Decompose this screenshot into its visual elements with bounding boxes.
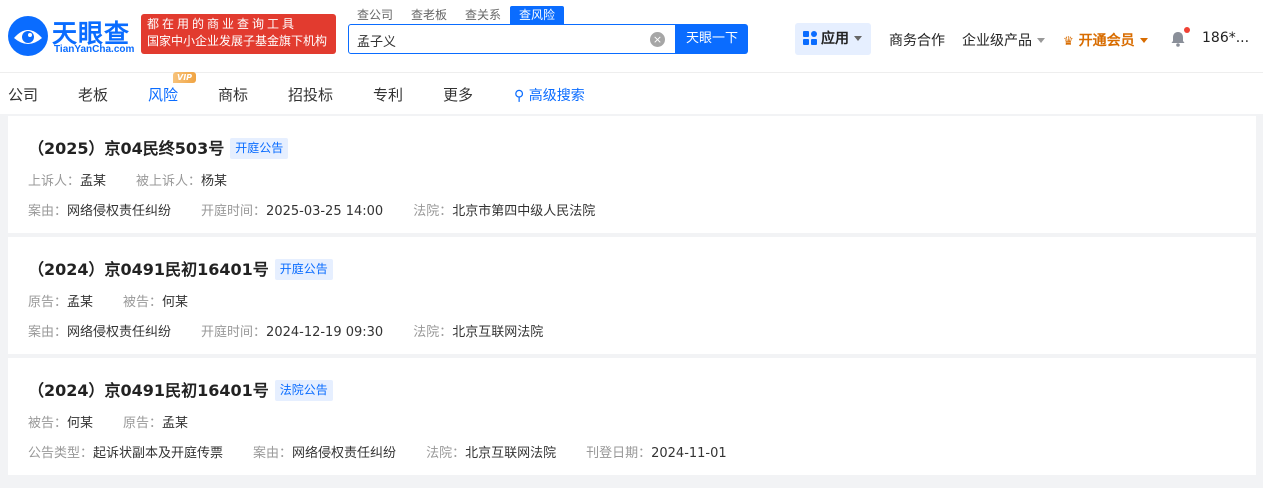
- apps-button[interactable]: 应用: [795, 23, 871, 55]
- chevron-down-icon: [1139, 38, 1148, 43]
- party-value: 何某: [67, 416, 94, 431]
- parties-row: 被告：何某 原告：孟某: [28, 412, 218, 431]
- logo-domain: TianYanCha.com: [54, 44, 135, 55]
- search-box: ×: [348, 24, 676, 54]
- detail-label: 法院：: [413, 204, 453, 219]
- vip-link[interactable]: ♛ 开通会员: [1063, 30, 1148, 50]
- details-row: 案由：网络侵权责任纠纷 开庭时间：2024-12-19 09:30 法院：北京互联网…: [28, 321, 573, 340]
- party-value: 何某: [162, 295, 189, 310]
- party-value: 孟某: [67, 295, 94, 310]
- vip-label: 开通会员: [1078, 33, 1135, 49]
- detail-value: 2024-12-19 09:30: [266, 325, 384, 340]
- list-item[interactable]: （2024）京0491民初16401号 法院公告 被告：何某 原告：孟某 公告类型：…: [8, 358, 1256, 477]
- detail-label: 案由：: [253, 446, 293, 461]
- detail-value: 北京市第四中级人民法院: [452, 204, 596, 219]
- list-item[interactable]: （2024）京0491民初16401号 开庭公告 原告：孟某 被告：何某 案由：网络…: [8, 237, 1256, 356]
- slogan-banner: 都在用的商业查询工具 国家中小企业发展子基金旗下机构: [141, 14, 336, 54]
- enterprise-label: 企业级产品: [962, 33, 1032, 49]
- tab-boss[interactable]: 查老板: [402, 6, 456, 24]
- apps-grid-icon: [803, 31, 817, 45]
- notice-type-tag: 开庭公告: [274, 259, 333, 280]
- filter-search-icon: ⚲: [514, 88, 525, 104]
- user-menu[interactable]: 186*...: [1202, 30, 1249, 46]
- case-number-text: （2025）京04民终503号: [28, 139, 225, 158]
- search-type-tabs: 查公司 查老板 查关系 查风险: [348, 6, 565, 24]
- party-label: 原告：: [28, 295, 68, 310]
- search-input[interactable]: [357, 30, 637, 50]
- chevron-down-icon: [854, 36, 862, 41]
- party-value: 孟某: [80, 174, 107, 189]
- detail-label: 公告类型：: [28, 446, 94, 461]
- search-button[interactable]: 天眼一下: [676, 24, 748, 54]
- case-number-text: （2024）京0491民初16401号: [28, 381, 269, 400]
- clear-icon[interactable]: ×: [650, 32, 665, 47]
- detail-label: 案由：: [28, 325, 68, 340]
- logo[interactable]: 天眼查 TianYanCha.com: [8, 14, 134, 56]
- subnav-company[interactable]: 公司: [8, 84, 38, 105]
- case-number[interactable]: （2025）京04民终503号 开庭公告: [28, 135, 289, 159]
- party-value: 孟某: [162, 416, 189, 431]
- subnav-boss[interactable]: 老板: [78, 84, 108, 105]
- parties-row: 上诉人：孟某 被上诉人：杨某: [28, 170, 257, 189]
- notice-type-tag: 法院公告: [274, 380, 333, 401]
- slogan-line2: 国家中小企业发展子基金旗下机构: [147, 34, 328, 48]
- party-label: 被上诉人：: [136, 174, 202, 189]
- detail-label: 案由：: [28, 204, 68, 219]
- detail-value: 2025-03-25 14:00: [266, 204, 384, 219]
- detail-label: 刊登日期：: [586, 446, 652, 461]
- top-header: 天眼查 TianYanCha.com 都在用的商业查询工具 国家中小企业发展子基…: [0, 0, 1263, 72]
- case-number-text: （2024）京0491民初16401号: [28, 260, 269, 279]
- detail-label: 法院：: [426, 446, 466, 461]
- subnav-trademark[interactable]: 商标: [218, 84, 248, 105]
- category-nav: 公司 老板 风险 VIP 商标 招投标 专利 更多 ⚲ 高级搜索: [0, 72, 1263, 114]
- tab-relation[interactable]: 查关系: [456, 6, 510, 24]
- party-label: 被告：: [28, 416, 68, 431]
- detail-label: 法院：: [413, 325, 453, 340]
- party-label: 上诉人：: [28, 174, 81, 189]
- subnav-patent[interactable]: 专利: [373, 84, 403, 105]
- detail-value: 2024-11-01: [651, 446, 727, 461]
- subnav-more[interactable]: 更多: [443, 84, 473, 105]
- case-number[interactable]: （2024）京0491民初16401号 开庭公告: [28, 256, 333, 280]
- details-row: 案由：网络侵权责任纠纷 开庭时间：2025-03-25 14:00 法院：北京市第四…: [28, 200, 625, 219]
- apps-label: 应用: [821, 31, 849, 47]
- detail-value: 网络侵权责任纠纷: [292, 446, 397, 461]
- logo-eye-icon: [8, 16, 48, 56]
- details-row: 公告类型：起诉状副本及开庭传票 案由：网络侵权责任纠纷 法院：北京互联网法院 刊登日期…: [28, 442, 757, 461]
- notice-type-tag: 开庭公告: [230, 138, 289, 159]
- results-list: （2025）京04民终503号 开庭公告 上诉人：孟某 被上诉人：杨某 案由：网络侵…: [8, 116, 1256, 479]
- chevron-down-icon: [1037, 38, 1045, 43]
- case-number[interactable]: （2024）京0491民初16401号 法院公告: [28, 377, 333, 401]
- list-item[interactable]: （2025）京04民终503号 开庭公告 上诉人：孟某 被上诉人：杨某 案由：网络侵…: [8, 116, 1256, 235]
- detail-value: 北京互联网法院: [452, 325, 544, 340]
- parties-row: 原告：孟某 被告：何某: [28, 291, 218, 310]
- detail-value: 起诉状副本及开庭传票: [93, 446, 224, 461]
- enterprise-product-link[interactable]: 企业级产品: [962, 30, 1045, 50]
- detail-value: 网络侵权责任纠纷: [67, 204, 172, 219]
- crown-icon: ♛: [1063, 34, 1074, 48]
- advanced-search-link[interactable]: ⚲ 高级搜索: [514, 85, 585, 105]
- bell-icon[interactable]: [1169, 30, 1187, 48]
- detail-label: 开庭时间：: [201, 325, 267, 340]
- business-link[interactable]: 商务合作: [889, 30, 945, 50]
- vip-badge: VIP: [173, 72, 197, 83]
- party-value: 杨某: [201, 174, 228, 189]
- party-label: 被告：: [123, 295, 163, 310]
- detail-value: 北京互联网法院: [465, 446, 557, 461]
- detail-value: 网络侵权责任纠纷: [67, 325, 172, 340]
- advanced-search-label: 高级搜索: [528, 88, 585, 104]
- notification-dot: [1184, 27, 1190, 33]
- slogan-line1: 都在用的商业查询工具: [147, 17, 298, 31]
- tab-risk[interactable]: 查风险: [510, 6, 565, 24]
- subnav-bidding[interactable]: 招投标: [288, 84, 333, 105]
- tab-company[interactable]: 查公司: [348, 6, 402, 24]
- detail-label: 开庭时间：: [201, 204, 267, 219]
- party-label: 原告：: [123, 416, 163, 431]
- subnav-risk[interactable]: 风险: [148, 84, 178, 105]
